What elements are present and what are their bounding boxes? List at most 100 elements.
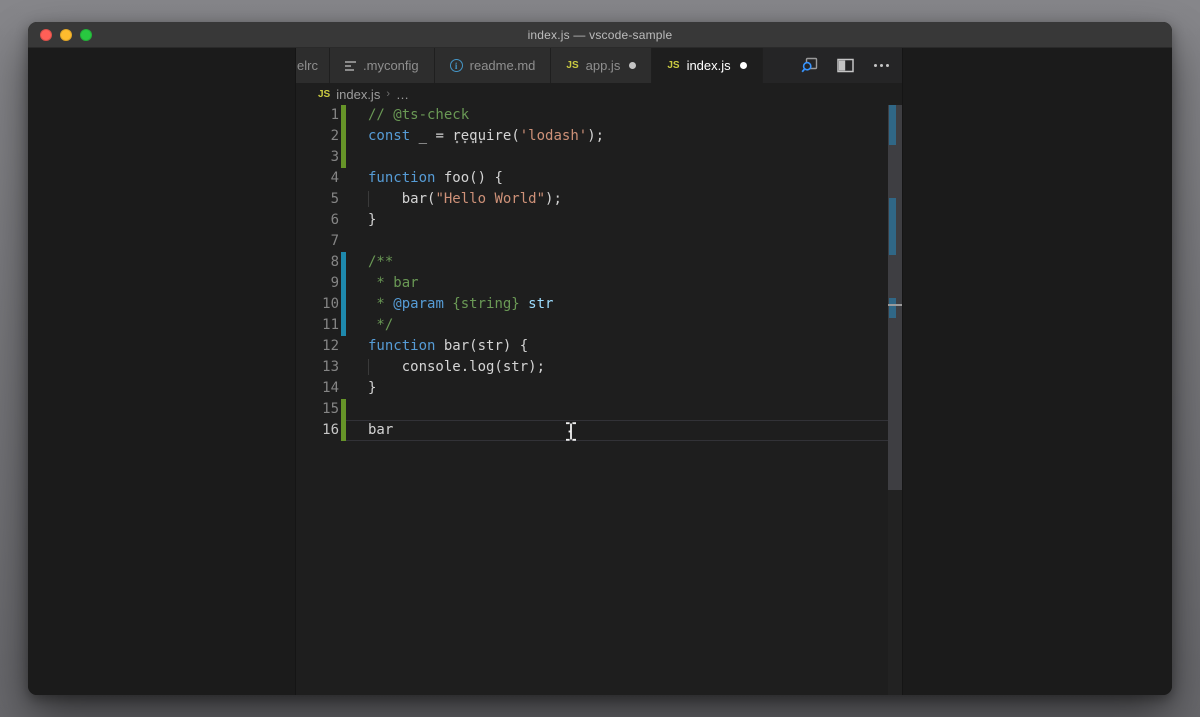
- code-text: // @ts-check: [368, 107, 470, 123]
- code-line-12[interactable]: 12 function bar(str) {: [296, 336, 902, 357]
- tab-bar: elrc .myconfig i readme.md JS app.js JS index.j…: [296, 48, 902, 83]
- title-bar[interactable]: index.js — vscode-sample: [28, 22, 1172, 48]
- window-title: index.js — vscode-sample: [527, 27, 673, 42]
- code-text: * bar: [368, 275, 419, 291]
- line-number: 14: [322, 380, 339, 396]
- gutter: [339, 294, 368, 315]
- gutter-modified-bar: [341, 252, 346, 273]
- code-text: bar("Hello World");: [368, 189, 562, 210]
- gutter-added-bar: [341, 126, 346, 147]
- tab-strip: elrc .myconfig i readme.md JS app.js JS index.j…: [296, 48, 763, 83]
- code-line-7[interactable]: 7: [296, 231, 902, 252]
- gutter-added-bar: [341, 399, 346, 420]
- overview-cursor-marker: [888, 304, 902, 306]
- code-line-16[interactable]: 16 bar: [296, 420, 902, 441]
- mouse-ibeam-cursor: [565, 422, 577, 448]
- zoom-window-button[interactable]: [80, 29, 92, 41]
- tab-elrc[interactable]: elrc: [296, 48, 330, 83]
- minimize-window-button[interactable]: [60, 29, 72, 41]
- editor-actions: [796, 48, 902, 83]
- open-preview-icon[interactable]: [796, 53, 822, 79]
- gutter: [339, 231, 368, 252]
- ruler-change-marker: [889, 298, 896, 318]
- gutter: [339, 189, 368, 210]
- line-number: 5: [330, 191, 339, 207]
- tab-label: .myconfig: [363, 58, 419, 73]
- gutter: [339, 168, 368, 189]
- code-line-6[interactable]: 6}: [296, 210, 902, 231]
- code-text: /**: [368, 254, 394, 270]
- ruler-change-marker: [889, 105, 896, 145]
- code-text: const _ = require('lodash');: [368, 128, 605, 144]
- code-line-5[interactable]: 5 bar("Hello World");: [296, 189, 902, 210]
- gutter-added-bar: [341, 147, 346, 168]
- code-lines: 1 // @ts-check 2 const _ = require('lodash'…: [296, 105, 902, 441]
- line-number: 4: [330, 170, 339, 186]
- code-text: bar: [368, 422, 394, 438]
- modified-dot-icon[interactable]: [739, 62, 747, 69]
- code-line-15[interactable]: 15: [296, 399, 902, 420]
- code-line-2[interactable]: 2 const _ = require('lodash');: [296, 126, 902, 147]
- gutter: [339, 273, 368, 294]
- tab-label: index.js: [686, 58, 731, 73]
- gutter-added-bar: [341, 105, 346, 126]
- split-editor-icon[interactable]: [832, 53, 858, 79]
- line-number: 10: [322, 296, 339, 312]
- tab-label: app.js: [585, 58, 621, 73]
- code-line-13[interactable]: 13 console.log(str);: [296, 357, 902, 378]
- config-file-icon: [345, 60, 356, 71]
- line-number: 7: [330, 233, 339, 249]
- gutter: [339, 420, 368, 441]
- breadcrumb-file[interactable]: index.js: [336, 87, 380, 102]
- chevron-right-icon: ›: [386, 88, 390, 100]
- code-text: */: [368, 317, 394, 333]
- ruler-change-marker: [889, 198, 896, 255]
- info-file-icon: i: [449, 59, 463, 72]
- gutter: [339, 336, 368, 357]
- code-text: function bar(str) {: [368, 338, 529, 354]
- line-number: 8: [330, 254, 339, 270]
- code-line-10[interactable]: 10 * @param {string} str: [296, 294, 902, 315]
- breadcrumb: JS index.js › …: [296, 83, 902, 105]
- gutter: [339, 399, 368, 420]
- line-number: 15: [322, 401, 339, 417]
- breadcrumb-symbol-ellipsis[interactable]: …: [396, 87, 409, 102]
- more-actions-icon[interactable]: [868, 53, 894, 79]
- code-line-11[interactable]: 11 */: [296, 315, 902, 336]
- code-line-9[interactable]: 9 * bar: [296, 273, 902, 294]
- js-file-icon: JS: [667, 60, 680, 71]
- code-line-8[interactable]: 8 /**: [296, 252, 902, 273]
- code-editor[interactable]: 1 // @ts-check 2 const _ = require('lodash'…: [296, 105, 902, 695]
- code-line-3[interactable]: 3: [296, 147, 902, 168]
- line-number: 13: [322, 359, 339, 375]
- right-empty-panel: [902, 48, 1172, 695]
- tab-label: elrc: [297, 58, 318, 73]
- gutter: [339, 126, 368, 147]
- gutter: [339, 252, 368, 273]
- gutter-added-bar: [341, 420, 346, 441]
- code-line-14[interactable]: 14}: [296, 378, 902, 399]
- tab-app.js[interactable]: JS app.js: [551, 48, 653, 83]
- line-number: 3: [330, 149, 339, 165]
- code-line-1[interactable]: 1 // @ts-check: [296, 105, 902, 126]
- line-number: 11: [322, 317, 339, 333]
- line-number: 12: [322, 338, 339, 354]
- code-text: function foo() {: [368, 170, 503, 186]
- code-text: }: [368, 380, 377, 396]
- line-number: 1: [330, 107, 339, 123]
- tab-label: readme.md: [469, 58, 536, 73]
- editor-scrollbar[interactable]: [888, 105, 902, 695]
- js-file-icon: JS: [318, 88, 331, 100]
- gutter: [339, 105, 368, 126]
- close-window-button[interactable]: [40, 29, 52, 41]
- tab-index.js[interactable]: JS index.js: [652, 48, 763, 83]
- tab-readme.md[interactable]: i readme.md: [434, 48, 552, 83]
- gutter-modified-bar: [341, 273, 346, 294]
- tab-myconfig[interactable]: .myconfig: [330, 48, 435, 83]
- code-line-4[interactable]: 4 function foo() {: [296, 168, 902, 189]
- traffic-lights: [40, 29, 92, 41]
- js-file-icon: JS: [566, 60, 579, 71]
- gutter: [339, 357, 368, 378]
- modified-dot-icon[interactable]: [629, 62, 637, 69]
- code-text: console.log(str);: [368, 357, 545, 378]
